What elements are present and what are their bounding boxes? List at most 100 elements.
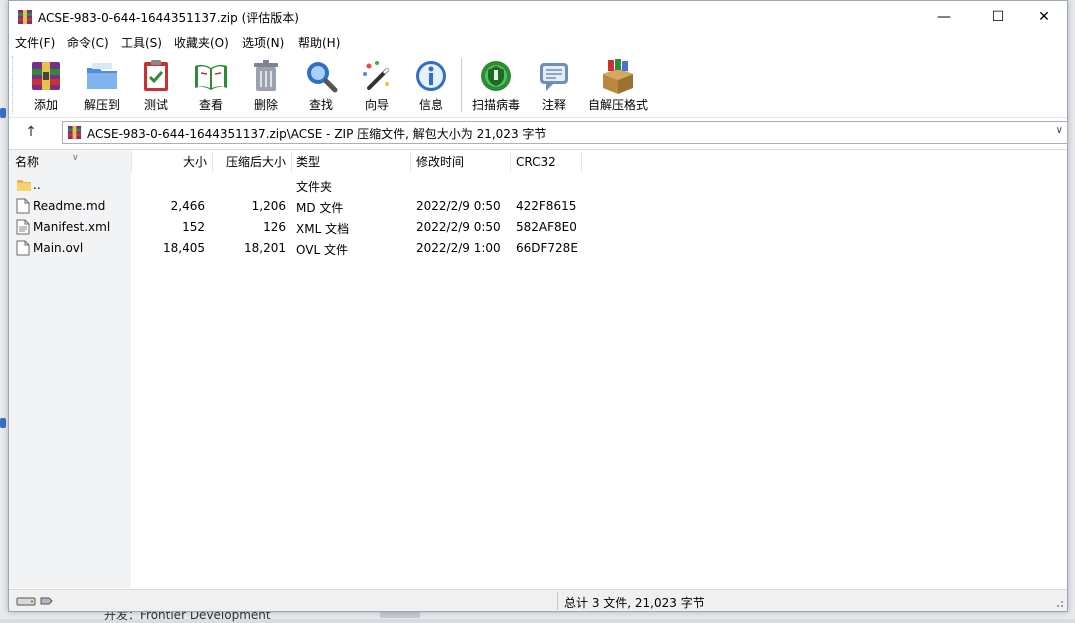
winrar-window: ACSE-983-0-644-1644351137.zip (评估版本) — ☐… [8,0,1068,612]
status-summary: 总计 3 文件, 21,023 字节 [564,596,705,610]
list-row[interactable]: Main.ovl 18,405 18,201 OVL 文件 2022/2/9 1… [9,238,609,259]
file-modified: 2022/2/9 1:00 [416,241,501,255]
list-row[interactable]: Manifest.xml 152 126 XML 文档 2022/2/9 0:5… [9,217,609,238]
menu-file[interactable]: 文件(F) [15,34,55,51]
column-divider[interactable] [510,152,511,172]
file-icon [16,198,30,214]
chevron-down-icon[interactable]: ∨ [1056,125,1063,136]
toolbar-grip[interactable] [12,56,16,114]
virus-scan-icon [481,61,511,91]
file-packed-size: 126 [263,220,286,234]
file-modified: 2022/2/9 0:50 [416,220,501,234]
add-label: 添加 [33,98,58,112]
list-row-parent[interactable]: .. 文件夹 [9,175,609,196]
file-name: .. [33,178,41,192]
column-divider[interactable] [291,152,292,172]
file-type: XML 文档 [296,222,350,236]
background-app-icon [0,418,6,428]
up-folder-button[interactable]: ↑ [21,122,41,142]
close-button[interactable]: ✕ [1021,1,1067,32]
menu-options[interactable]: 选项(N) [242,34,284,51]
xml-file-icon [16,219,30,235]
maximize-button[interactable]: ☐ [975,1,1021,32]
file-name: Manifest.xml [33,220,111,234]
sfx-button[interactable]: 自解压格式 [587,58,649,114]
info-label: 信息 [418,98,443,112]
status-bar: 总计 3 文件, 21,023 字节 [9,589,1067,611]
resize-grip-icon[interactable] [1054,598,1064,608]
extract-to-button[interactable]: 解压到 [75,58,129,114]
maximize-icon: ☐ [991,8,1005,25]
window-title: ACSE-983-0-644-1644351137.zip (评估版本) [38,11,299,25]
column-header-name[interactable]: 名称 ∨ [15,150,129,174]
background-app-icon [0,108,6,118]
file-icon [16,240,30,256]
find-label: 查找 [308,98,333,112]
sort-descending-icon: ∨ [72,153,79,163]
menu-help[interactable]: 帮助(H) [298,34,340,51]
path-text: ACSE-983-0-644-1644351137.zip\ACSE - ZIP… [87,127,547,141]
virus-scan-label: 扫描病毒 [471,98,520,112]
info-icon [416,61,446,91]
file-crc32: 66DF728E [516,241,578,255]
file-type: MD 文件 [296,201,344,215]
view-icon [195,64,227,90]
column-header-size[interactable]: 大小 [131,150,207,174]
comment-button[interactable]: 注释 [527,58,581,114]
archive-icon [67,125,82,140]
view-button[interactable]: 查看 [184,58,238,114]
file-list: 名称 ∨ 大小 压缩后大小 类型 修改时间 CRC32 .. 文件夹 Readm… [9,149,1067,588]
delete-button[interactable]: 删除 [239,58,293,114]
close-icon: ✕ [1038,8,1050,25]
file-crc32: 582AF8E0 [516,220,577,234]
info-button[interactable]: 信息 [404,58,458,114]
menu-commands[interactable]: 命令(C) [67,34,109,51]
column-header-packed[interactable]: 压缩后大小 [212,150,286,174]
file-modified: 2022/2/9 0:50 [416,199,501,213]
column-header-modified[interactable]: 修改时间 [416,150,508,174]
toolbar-separator [461,58,462,112]
status-divider [557,592,558,610]
file-packed-size: 18,201 [244,241,286,255]
delete-icon [254,60,278,91]
virus-scan-button[interactable]: 扫描病毒 [469,58,523,114]
wizard-button[interactable]: 向导 [350,58,404,114]
test-button[interactable]: 测试 [129,58,183,114]
view-label: 查看 [198,98,223,112]
sfx-icon [603,59,633,94]
title-bar[interactable]: ACSE-983-0-644-1644351137.zip (评估版本) — ☐… [9,1,1067,32]
extract-to-icon [87,63,117,89]
menu-favorites[interactable]: 收藏夹(O) [174,34,229,51]
column-header-crc32[interactable]: CRC32 [516,150,580,174]
winrar-app-icon [18,10,32,24]
find-icon [307,62,338,93]
path-combobox[interactable]: ACSE-983-0-644-1644351137.zip\ACSE - ZIP… [62,121,1068,144]
extract-to-label: 解压到 [83,98,120,112]
file-size: 152 [182,220,205,234]
minimize-button[interactable]: — [921,1,967,32]
file-size: 18,405 [163,241,205,255]
sfx-label: 自解压格式 [587,98,648,112]
delete-label: 删除 [253,98,278,112]
menu-tools[interactable]: 工具(S) [121,34,162,51]
toolbar: 添加 解压到 测试 查看 删除 查找 向导 信息 扫描病毒 注释 自解压格式 [9,52,1067,118]
column-divider[interactable] [410,152,411,172]
file-type: OVL 文件 [296,243,348,257]
test-label: 测试 [143,98,168,112]
folder-icon [17,180,31,191]
file-crc32: 422F8615 [516,199,577,213]
drive-icon[interactable] [15,593,55,609]
file-size: 2,466 [170,199,205,213]
file-name: Readme.md [33,199,106,213]
find-button[interactable]: 查找 [294,58,348,114]
minimize-icon: — [937,8,951,25]
add-button[interactable]: 添加 [19,58,73,114]
wizard-label: 向导 [364,98,389,112]
address-bar: ↑ ACSE-983-0-644-1644351137.zip\ACSE - Z… [9,119,1068,146]
column-header-type[interactable]: 类型 [296,150,406,174]
column-divider[interactable] [581,152,582,172]
add-archive-icon [32,62,60,90]
file-packed-size: 1,206 [251,199,286,213]
list-row[interactable]: Readme.md 2,466 1,206 MD 文件 2022/2/9 0:5… [9,196,609,217]
file-type: 文件夹 [296,180,333,194]
